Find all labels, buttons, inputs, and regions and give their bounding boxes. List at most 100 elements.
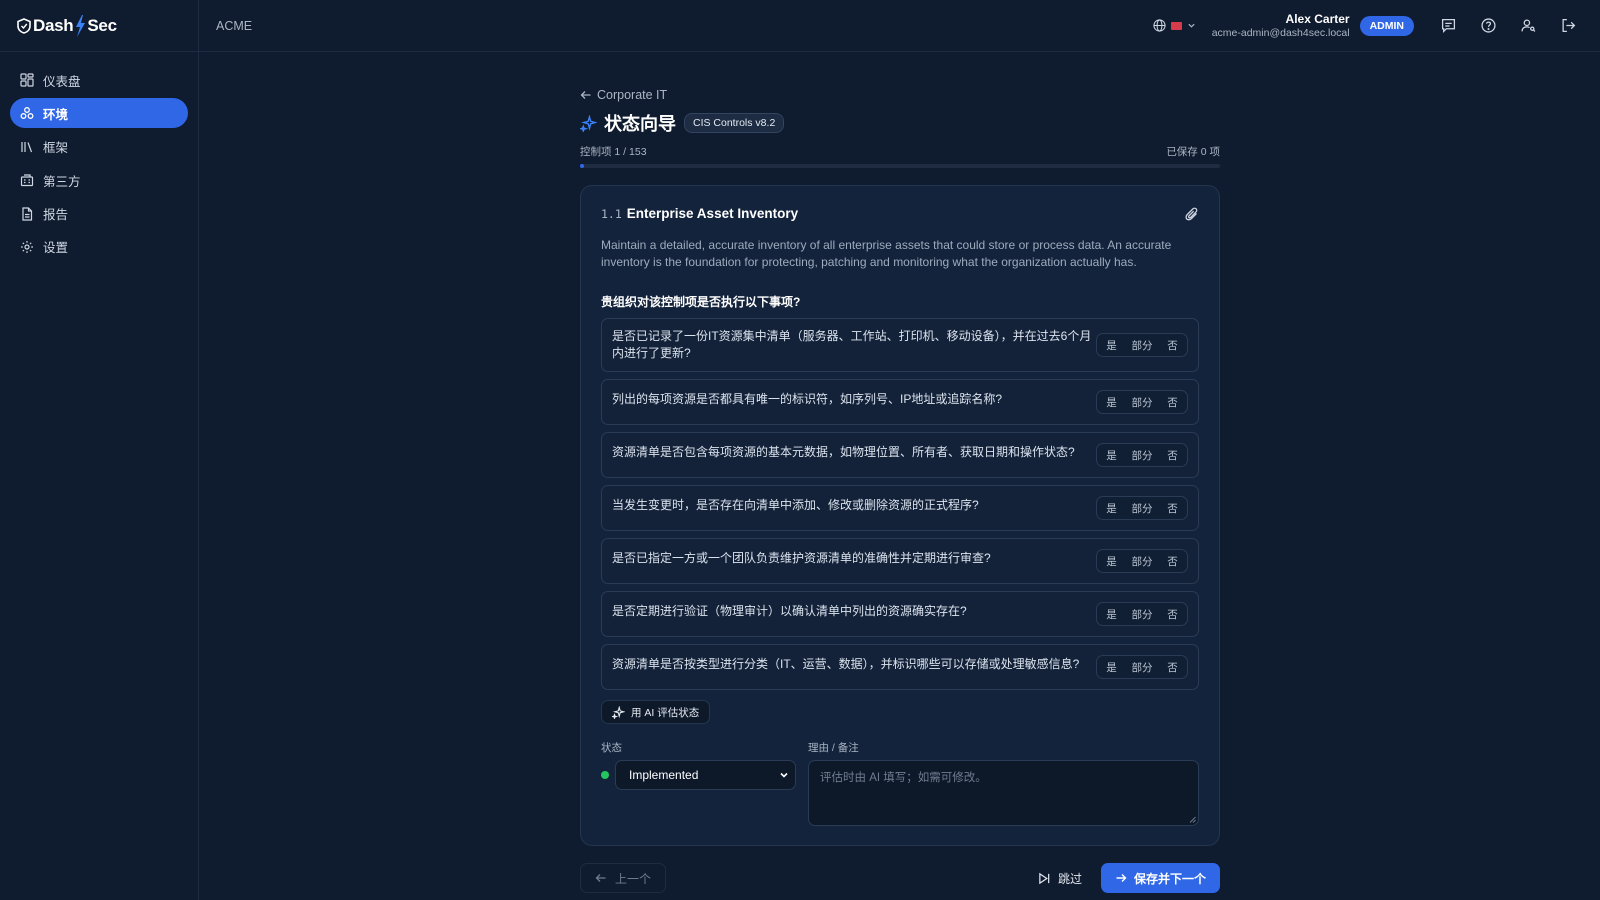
arrow-right-icon [1116,874,1127,882]
sidebar-item-label: 设置 [43,241,69,256]
progress-bar [580,164,1220,168]
bolt-logo-icon [76,14,86,37]
question-text: 是否已指定一方或一个团队负责维护资源清单的准确性并定期进行审查? [612,551,991,565]
answer-no-button[interactable]: 否 [1158,334,1187,356]
logout-button[interactable] [1548,6,1588,46]
status-field: 状态 Implemented [601,740,797,826]
question-item: 资源清单是否包含每项资源的基本元数据，如物理位置、所有者、获取日期和操作状态? … [601,432,1199,478]
brand-name-right: Sec [87,15,117,35]
arrow-left-icon [580,91,591,99]
user-name: Alex Carter [1285,12,1350,26]
answer-yes-button[interactable]: 是 [1097,656,1126,678]
answer-partial-button[interactable]: 部分 [1126,550,1158,572]
progress-bar-fill [580,164,585,168]
back-link[interactable]: Corporate IT [580,87,1220,103]
paperclip-icon[interactable] [1185,207,1199,221]
question-item: 资源清单是否按类型进行分类（IT、运营、数据），并标识哪些可以存储或处理敏感信息… [601,644,1199,690]
answer-no-button[interactable]: 否 [1158,550,1187,572]
sidebar: Dash Sec 仪表盘 环境 框架 第三方 报告 设置 [0,0,199,900]
logout-icon [1562,18,1575,33]
answer-toggle: 是 部分 否 [1096,602,1188,626]
previous-button[interactable]: 上一个 [580,863,667,893]
skip-forward-icon [1039,872,1050,884]
globe-icon [1153,19,1166,32]
question-list: 是否已记录了一份IT资源集中清单（服务器、工作站、打印机、移动设备），并在过去6… [601,318,1199,690]
answer-yes-button[interactable]: 是 [1097,550,1126,572]
answer-yes-button[interactable]: 是 [1097,444,1126,466]
notes-textarea[interactable]: 评估时由 AI 填写；如需可修改。 [808,760,1199,826]
status-form: 状态 Implemented 理由 / 备注 评估时由 AI 填写；如需可修改。 [601,740,1199,826]
answer-toggle: 是 部分 否 [1096,549,1188,573]
page-title: 状态向导 [604,114,676,134]
chevron-down-icon [780,772,788,778]
answer-no-button[interactable]: 否 [1158,603,1187,625]
sidebar-item-label: 第三方 [43,174,81,189]
building-icon [20,174,34,187]
answer-toggle: 是 部分 否 [1096,333,1188,357]
answer-partial-button[interactable]: 部分 [1126,603,1158,625]
answer-partial-button[interactable]: 部分 [1126,334,1158,356]
control-description: Maintain a detailed, accurate inventory … [601,238,1172,269]
help-icon [1480,18,1496,33]
back-link-label: Corporate IT [597,88,668,102]
sidebar-item-label: 环境 [43,107,69,122]
answer-no-button[interactable]: 否 [1158,444,1187,466]
environment-icon [20,107,34,120]
brand-name: Dash Sec [33,14,117,37]
save-next-button[interactable]: 保存并下一个 [1100,863,1220,893]
control-card: 1.1 Enterprise Asset Inventory Maintain … [580,185,1220,846]
notes-label: 理由 / 备注 [808,742,859,754]
answer-partial-button[interactable]: 部分 [1126,444,1158,466]
answer-no-button[interactable]: 否 [1158,497,1187,519]
user-email: acme-admin@dash4sec.local [1211,27,1350,39]
answer-no-button[interactable]: 否 [1158,391,1187,413]
answer-partial-button[interactable]: 部分 [1126,497,1158,519]
control-header: 1.1 Enterprise Asset Inventory [601,206,1199,221]
control-id: 1.1 [601,207,622,221]
sparkle-icon [612,705,625,719]
answer-toggle: 是 部分 否 [1096,496,1188,520]
brand-logo[interactable]: Dash Sec [0,0,198,52]
answer-yes-button[interactable]: 是 [1097,497,1126,519]
answer-yes-button[interactable]: 是 [1097,603,1126,625]
status-select[interactable]: Implemented [615,760,796,790]
user-info: Alex Carter acme-admin@dash4sec.local [1212,12,1350,39]
library-icon [21,141,33,152]
answer-partial-button[interactable]: 部分 [1126,656,1158,678]
answer-yes-button[interactable]: 是 [1097,334,1126,356]
status-wizard: Corporate IT 状态向导 CIS Controls v8.2 控制项 … [580,80,1220,893]
status-label: 状态 [601,742,622,754]
control-name: Enterprise Asset Inventory [626,206,799,221]
top-bar-actions: Alex Carter acme-admin@dash4sec.local AD… [1153,6,1600,46]
skip-button[interactable]: 跳过 [1038,870,1082,887]
control-title: 1.1 Enterprise Asset Inventory [601,206,798,221]
sidebar-item-frameworks[interactable]: 框架 [10,132,188,162]
role-badge: ADMIN [1359,15,1414,36]
question-text: 资源清单是否按类型进行分类（IT、运营、数据），并标识哪些可以存储或处理敏感信息… [612,657,1080,671]
questions-heading: 贵组织对该控制项是否执行以下事项? [601,295,801,309]
framework-badge: CIS Controls v8.2 [684,113,785,133]
sidebar-item-reports[interactable]: 报告 [10,199,188,229]
ai-assess-button[interactable]: 用 AI 评估状态 [601,700,711,724]
help-button[interactable] [1468,6,1508,46]
answer-yes-button[interactable]: 是 [1097,391,1126,413]
messages-button[interactable] [1428,6,1468,46]
shield-logo-icon [17,17,31,34]
question-text: 是否已记录了一份IT资源集中清单（服务器、工作站、打印机、移动设备），并在过去6… [612,329,1092,360]
resize-handle-icon[interactable] [1189,816,1196,823]
answer-toggle: 是 部分 否 [1096,443,1188,467]
question-text: 当发生变更时，是否存在向清单中添加、修改或删除资源的正式程序? [612,498,979,512]
question-item: 是否定期进行验证（物理审计）以确认清单中列出的资源确实存在? 是 部分 否 [601,591,1199,637]
sidebar-item-third-party[interactable]: 第三方 [10,165,188,195]
sidebar-item-dashboard[interactable]: 仪表盘 [10,65,188,95]
account-button[interactable] [1508,6,1548,46]
answer-partial-button[interactable]: 部分 [1126,391,1158,413]
question-text: 资源清单是否包含每项资源的基本元数据，如物理位置、所有者、获取日期和操作状态? [612,445,1075,459]
sidebar-item-environment[interactable]: 环境 [10,98,188,129]
previous-label: 上一个 [615,871,652,886]
language-selector[interactable] [1153,19,1196,32]
sidebar-item-settings[interactable]: 设置 [10,232,188,262]
status-select-value: Implemented [629,768,699,782]
wizard-footer: 上一个 跳过 保存并下一个 [580,863,1220,893]
answer-no-button[interactable]: 否 [1158,656,1187,678]
